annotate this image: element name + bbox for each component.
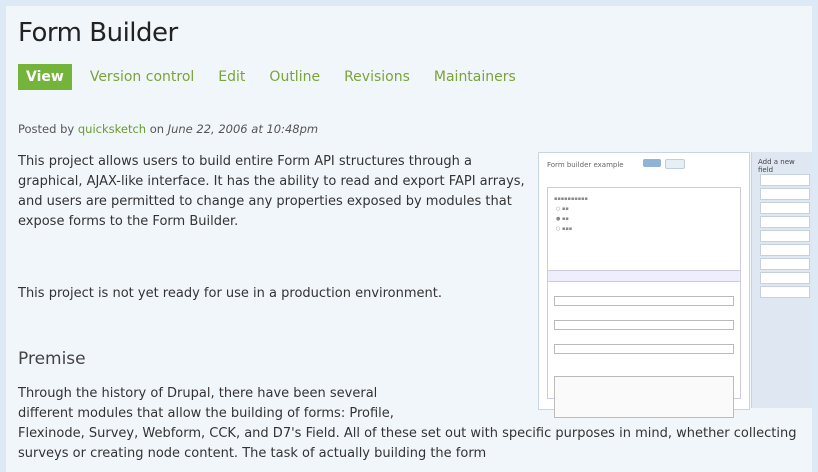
status-paragraph: This project is not yet ready for use in… [18, 286, 443, 301]
form-builder-screenshot: Form builder example ▪▪▪▪▪▪▪▪▪▪ ○ ▪▪ ● ▪… [538, 152, 750, 418]
tab-bar: View Version control Edit Outline Revisi… [18, 64, 540, 90]
screenshot-sidebar-item [760, 174, 810, 186]
screenshot-tabs [548, 270, 740, 282]
posted-by-label: Posted by [18, 122, 75, 136]
screenshot-sidebar-item [760, 216, 810, 228]
post-meta: Posted by quicksketch on June 22, 2006 a… [18, 122, 318, 136]
content-panel: Form Builder View Version control Edit O… [6, 6, 812, 472]
screenshot-sidebar-item [760, 258, 810, 270]
tab-revisions[interactable]: Revisions [344, 69, 410, 85]
screenshot-textarea [554, 376, 734, 418]
on-label: on [149, 122, 165, 136]
screenshot-input-2 [554, 320, 734, 330]
screenshot-input-1 [554, 296, 734, 306]
tab-outline[interactable]: Outline [269, 69, 320, 85]
screenshot-radio-3: ○ ▪▪▪ [556, 226, 573, 232]
screenshot-form-box: ▪▪▪▪▪▪▪▪▪▪ ○ ▪▪ ● ▪▪ ○ ▪▪▪ [547, 187, 741, 418]
screenshot-sidebar-item [760, 188, 810, 200]
tab-view[interactable]: View [18, 64, 72, 90]
screenshot-secondary-button [665, 159, 685, 169]
screenshot-sidebar-item [760, 244, 810, 256]
screenshot-sidebar: Add a new field [751, 152, 812, 408]
page-title: Form Builder [18, 18, 178, 48]
screenshot-header: Form builder example [547, 161, 624, 169]
screenshot-input-3 [554, 344, 734, 354]
screenshot-field-label: ▪▪▪▪▪▪▪▪▪▪ [554, 196, 588, 202]
page-frame: Form Builder View Version control Edit O… [0, 0, 818, 472]
screenshot-preview-button [643, 159, 661, 167]
premise-paragraph-start: Through the history of Drupal, there hav… [18, 386, 394, 421]
premise-paragraph-continued: Flexinode, Survey, Webform, CCK, and D7'… [18, 426, 797, 461]
tab-maintainers[interactable]: Maintainers [434, 69, 516, 85]
post-date: June 22, 2006 at 10:48pm [167, 122, 319, 136]
author-link[interactable]: quicksketch [78, 122, 146, 136]
tab-edit[interactable]: Edit [218, 69, 245, 85]
intro-paragraph: This project allows users to build entir… [18, 154, 525, 229]
screenshot-radio-2: ● ▪▪ [556, 216, 569, 222]
screenshot-sidebar-title: Add a new field [758, 158, 795, 174]
section-heading-premise: Premise [18, 349, 86, 369]
screenshot-sidebar-item [760, 286, 810, 298]
screenshot-radio-1: ○ ▪▪ [556, 206, 569, 212]
tab-version-control[interactable]: Version control [90, 69, 194, 85]
screenshot-sidebar-item [760, 272, 810, 284]
screenshot-sidebar-item [760, 202, 810, 214]
screenshot-sidebar-item [760, 230, 810, 242]
